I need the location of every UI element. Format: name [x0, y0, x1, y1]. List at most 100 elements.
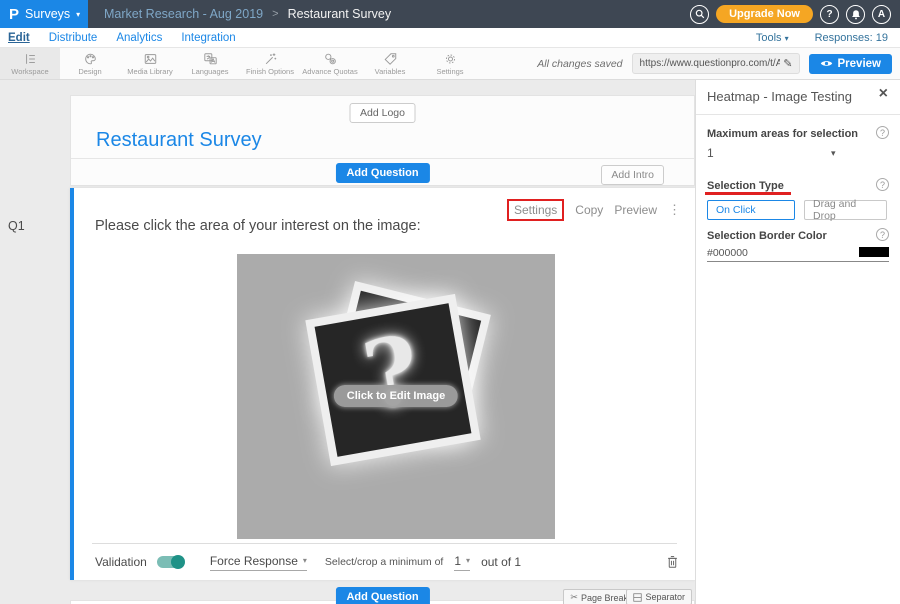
languages-icon: [203, 52, 218, 66]
top-bar: P Surveys ▾ Market Research - Aug 2019 >…: [0, 0, 900, 28]
eye-icon: [820, 59, 833, 68]
finish-options-wand-icon: [263, 52, 278, 66]
question-text[interactable]: Please click the area of your interest o…: [95, 218, 421, 234]
toolbar-item-media-library[interactable]: Media Library: [120, 48, 180, 79]
validation-type-dropdown[interactable]: Force Response ▾: [210, 554, 307, 571]
chevron-down-icon: ▾: [831, 148, 836, 159]
toolbar-item-finish-options[interactable]: Finish Options: [240, 48, 300, 79]
selection-type-drag-drop[interactable]: Drag and Drop: [804, 200, 887, 220]
responses-count[interactable]: Responses: 19: [815, 32, 888, 44]
border-color-underline: [707, 261, 889, 262]
page-break-button[interactable]: ✂ Page Break: [563, 589, 635, 604]
variables-tag-icon: [383, 52, 398, 66]
help-icon[interactable]: ?: [876, 178, 889, 191]
question-actions: Settings Copy Preview ⋮: [507, 199, 681, 221]
chevron-down-icon: ▾: [303, 556, 307, 565]
nav-right: Tools ▾ Responses: 19: [756, 32, 900, 44]
separator-button[interactable]: Separator: [626, 589, 692, 604]
add-intro-button[interactable]: Add Intro: [601, 165, 664, 185]
separator-icon: [633, 593, 642, 602]
validation-label: Validation: [95, 555, 147, 569]
media-library-icon: [143, 52, 158, 66]
topbar-actions: Upgrade Now ? A: [690, 5, 900, 24]
design-palette-icon: [83, 52, 98, 66]
close-icon[interactable]: ×: [879, 86, 888, 102]
question-number: Q1: [8, 219, 25, 233]
questionpro-survey-editor: P Surveys ▾ Market Research - Aug 2019 >…: [0, 0, 900, 604]
minimum-value-dropdown[interactable]: 1 ▾: [454, 554, 470, 571]
selection-type-options: On Click Drag and Drop: [707, 200, 887, 220]
border-color-swatch[interactable]: [859, 247, 889, 257]
scissors-icon: ✂: [570, 592, 578, 603]
avatar[interactable]: A: [872, 5, 891, 24]
question-settings-button[interactable]: Settings: [507, 199, 564, 221]
nav-tab-edit[interactable]: Edit: [8, 32, 30, 44]
upgrade-now-button[interactable]: Upgrade Now: [716, 5, 813, 23]
chevron-down-icon: ▾: [466, 556, 470, 565]
heatmap-image-placeholder[interactable]: ? Click to Edit Image: [237, 254, 555, 539]
click-to-edit-image-button[interactable]: Click to Edit Image: [334, 385, 458, 407]
help-icon[interactable]: ?: [820, 5, 839, 24]
question-card: Settings Copy Preview ⋮ Please click the…: [70, 188, 695, 580]
toolbar-item-workspace[interactable]: Workspace: [0, 48, 60, 79]
toolbar-item-settings[interactable]: Settings: [420, 48, 480, 79]
breadcrumb-separator: >: [272, 8, 278, 20]
workspace-icon: [23, 52, 38, 66]
validation-row: Validation Force Response ▾ Select/crop …: [95, 553, 679, 571]
placeholder-photo-front: ?: [305, 294, 480, 466]
chevron-down-icon: ▾: [785, 34, 789, 43]
section-nav: Edit Distribute Analytics Integration To…: [0, 28, 900, 48]
max-areas-label: Maximum areas for selection: [707, 128, 858, 140]
toggle-knob: [171, 555, 185, 569]
nav-tab-integration[interactable]: Integration: [181, 32, 235, 44]
advance-quotas-icon: [323, 52, 338, 66]
add-question-button-bottom[interactable]: Add Question: [335, 587, 429, 604]
validation-divider: [92, 543, 677, 544]
max-areas-dropdown[interactable]: 1: [707, 146, 714, 160]
tools-menu[interactable]: Tools ▾: [756, 32, 789, 44]
add-logo-button[interactable]: Add Logo: [349, 103, 416, 123]
surveys-menu-label: Surveys: [25, 7, 70, 21]
editor-toolbar: Workspace Design Media Library Languages…: [0, 48, 900, 80]
survey-url-box: ✎: [632, 53, 800, 74]
between-questions-footer: Add Question ✂ Page Break Separator: [70, 585, 695, 604]
survey-header-card: Add Logo Restaurant Survey Add Question …: [70, 95, 695, 186]
edit-url-pencil-icon[interactable]: ✎: [783, 57, 798, 70]
kebab-menu-icon[interactable]: ⋮: [668, 202, 681, 218]
question-settings-panel: Heatmap - Image Testing × Maximum areas …: [695, 80, 900, 604]
toolbar-item-languages[interactable]: Languages: [180, 48, 240, 79]
survey-title[interactable]: Restaurant Survey: [96, 129, 262, 152]
breadcrumb-current: Restaurant Survey: [288, 7, 392, 21]
help-icon[interactable]: ?: [876, 228, 889, 241]
toolbar-right: All changes saved ✎ Preview: [537, 48, 900, 79]
save-status: All changes saved: [537, 58, 622, 70]
delete-question-trash-icon[interactable]: [666, 555, 679, 569]
selection-type-label: Selection Type: [707, 180, 784, 192]
settings-gear-icon: [443, 52, 458, 66]
breadcrumb-parent[interactable]: Market Research - Aug 2019: [104, 7, 263, 21]
surveys-menu[interactable]: P Surveys ▾: [0, 0, 88, 28]
toolbar-item-variables[interactable]: Variables: [360, 48, 420, 79]
questionpro-logo: P: [9, 6, 19, 23]
search-icon[interactable]: [690, 5, 709, 24]
panel-divider: [696, 114, 900, 115]
bell-icon[interactable]: [846, 5, 865, 24]
question-preview-button[interactable]: Preview: [614, 203, 657, 217]
survey-url-input[interactable]: [633, 58, 784, 69]
border-color-value[interactable]: #000000: [707, 247, 748, 259]
breadcrumb: Market Research - Aug 2019 > Restaurant …: [88, 7, 391, 21]
border-color-label: Selection Border Color: [707, 230, 827, 242]
validation-toggle[interactable]: [157, 556, 184, 568]
minimum-selection-label: Select/crop a minimum of: [325, 556, 443, 568]
nav-tab-distribute[interactable]: Distribute: [49, 32, 98, 44]
panel-title: Heatmap - Image Testing: [707, 89, 852, 104]
selection-type-on-click[interactable]: On Click: [707, 200, 795, 220]
preview-button[interactable]: Preview: [809, 54, 892, 74]
question-copy-button[interactable]: Copy: [575, 203, 603, 217]
nav-tab-analytics[interactable]: Analytics: [116, 32, 162, 44]
toolbar-item-design[interactable]: Design: [60, 48, 120, 79]
chevron-down-icon: ▾: [76, 10, 80, 19]
add-question-button-top[interactable]: Add Question: [335, 163, 429, 183]
help-icon[interactable]: ?: [876, 126, 889, 139]
toolbar-item-advance-quotas[interactable]: Advance Quotas: [300, 48, 360, 79]
